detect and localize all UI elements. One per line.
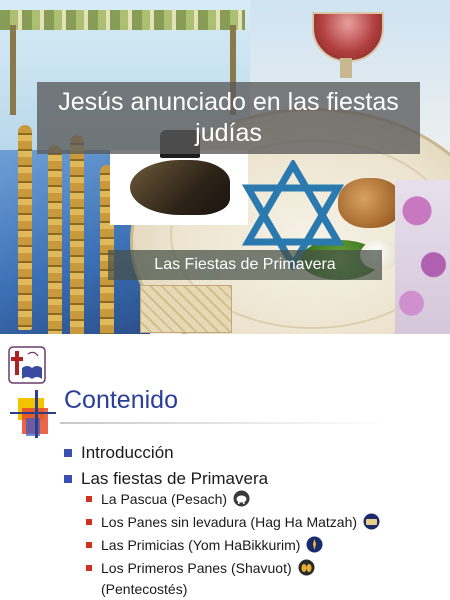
loaves-icon	[298, 559, 315, 576]
list-item: Introducción	[64, 440, 268, 466]
sublist-item-label: Los Primeros Panes (Shavuot)	[101, 560, 292, 576]
shofar-photo	[110, 150, 248, 225]
sublist-item-label: Los Panes sin levadura (Hag Ha Matzah)	[101, 514, 358, 530]
bread-icon	[363, 513, 380, 530]
sublist-item: Los Primeros Panes (Shavuot) (Pentecosté…	[86, 557, 380, 598]
wine-cup-image	[312, 12, 384, 62]
wheat-stalk-image	[18, 125, 32, 330]
flowers-image	[395, 180, 450, 334]
sublist-item: Las Primicias (Yom HaBikkurim)	[86, 534, 380, 557]
sublist-item: La Pascua (Pesach)	[86, 488, 380, 511]
slide-subtitle: Las Fiestas de Primavera	[154, 256, 336, 273]
title-slide: Jesús anunciado en las fiestas judías La…	[0, 0, 450, 334]
title-banner: Jesús anunciado en las fiestas judías	[37, 82, 420, 154]
decor-horizontal-line	[10, 412, 56, 414]
slide-title: Jesús anunciado en las fiestas judías	[58, 88, 399, 147]
decor-vertical-line	[35, 390, 38, 438]
festivals-sublist: La Pascua (Pesach) Los Panes sin levadur…	[86, 488, 380, 598]
wheat-stalk-image	[70, 135, 84, 334]
contents-heading: Contenido	[64, 386, 178, 414]
sublist-item-label: Las Primicias (Yom HaBikkurim)	[101, 537, 301, 553]
subtitle-banner: Las Fiestas de Primavera	[108, 250, 382, 280]
matzah-image	[140, 285, 232, 333]
sheaf-icon	[306, 536, 323, 553]
wine-cup-stem-image	[340, 58, 352, 78]
sukkah-post-image	[10, 25, 16, 115]
lamb-icon	[233, 490, 250, 507]
bible-logo-icon	[8, 346, 46, 384]
contents-slide: Contenido Introducción Las fiestas de Pr…	[0, 338, 450, 600]
sukkah-branches-image	[0, 10, 245, 30]
shofar-image	[130, 160, 230, 215]
sublist-item-label-line2: (Pentecostés)	[101, 581, 188, 597]
heading-rule	[60, 422, 390, 424]
sublist-item: Los Panes sin levadura (Hag Ha Matzah)	[86, 511, 380, 534]
sublist-item-label: La Pascua (Pesach)	[101, 491, 228, 507]
contents-list: Introducción Las fiestas de Primavera	[64, 440, 268, 492]
wheat-stalk-image	[48, 145, 62, 334]
